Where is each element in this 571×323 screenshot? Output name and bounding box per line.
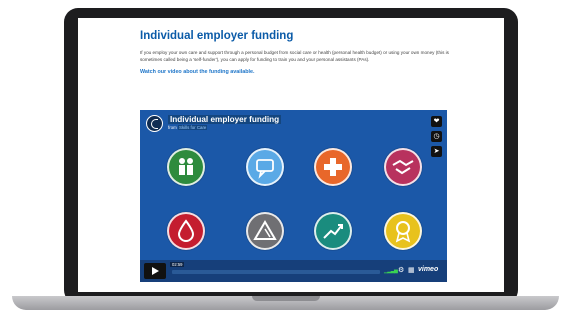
laptop-notch: [252, 296, 320, 301]
video-player[interactable]: Individual employer funding from Skills …: [140, 110, 447, 282]
intro-paragraph: If you employ your own care and support …: [140, 50, 449, 62]
clock-icon[interactable]: ◷: [431, 131, 442, 142]
video-title[interactable]: Individual employer funding: [168, 115, 282, 124]
speech-bubble-icon: [246, 148, 284, 186]
drop-icon: [167, 212, 205, 250]
plus-icon: [314, 148, 352, 186]
settings-icon[interactable]: ⚙: [398, 266, 404, 274]
fullscreen-icon[interactable]: ▦: [408, 266, 415, 274]
page-content: Individual employer funding If you emplo…: [140, 30, 455, 81]
send-icon[interactable]: ➤: [431, 146, 442, 157]
handshake-icon: [384, 148, 422, 186]
byline-link[interactable]: Skills for Care: [178, 125, 208, 130]
rosette-icon: [384, 212, 422, 250]
video-byline: from Skills for Care: [168, 125, 208, 130]
progress-bar[interactable]: [172, 270, 380, 274]
vimeo-logo[interactable]: vimeo: [418, 266, 438, 273]
laptop-screen: Individual employer funding If you emplo…: [78, 18, 504, 292]
play-button[interactable]: [144, 263, 166, 279]
time-display: 02:59: [170, 262, 185, 267]
heart-icon[interactable]: ❤: [431, 116, 442, 127]
volume-icon[interactable]: ▁▂▃▅: [384, 268, 398, 274]
watch-video-link[interactable]: Watch our video about the funding availa…: [140, 69, 455, 75]
page-title: Individual employer funding: [140, 30, 294, 42]
trend-line-icon: [314, 212, 352, 250]
triangle-icon: [246, 212, 284, 250]
channel-logo[interactable]: [146, 115, 163, 132]
player-controls: 02:59 ▁▂▃▅ ⚙ ▦ vimeo: [140, 260, 447, 282]
people-icon: [167, 148, 205, 186]
from-label: from: [168, 125, 177, 130]
